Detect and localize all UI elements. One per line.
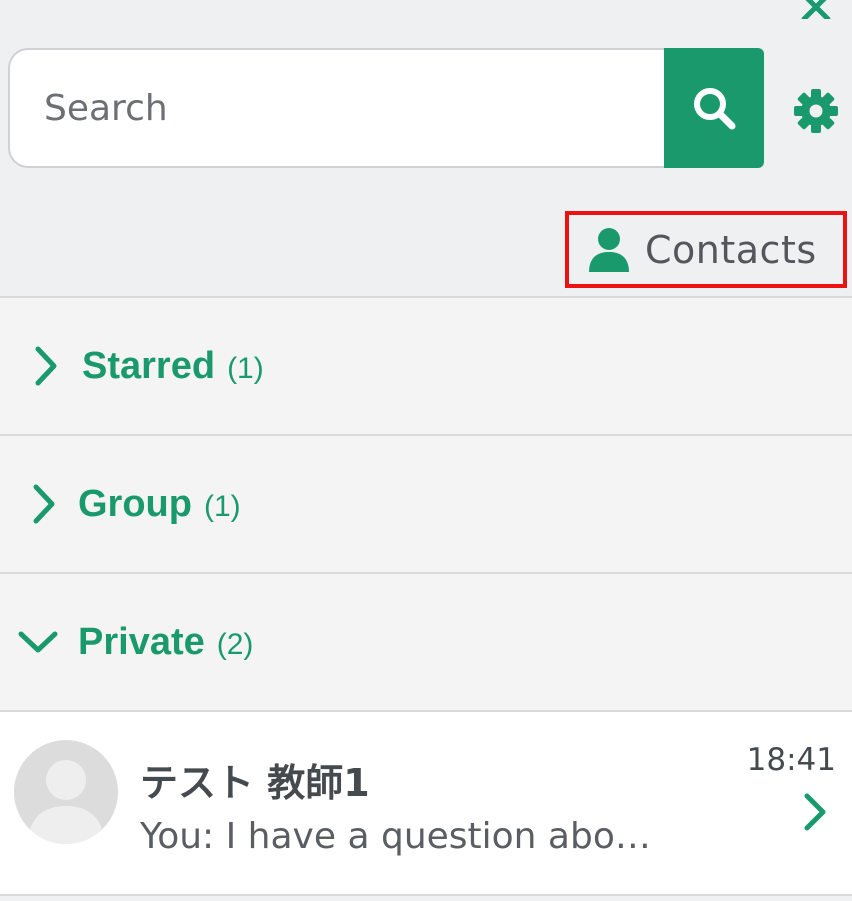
close-button[interactable]	[800, 0, 832, 20]
close-icon	[801, 0, 831, 19]
settings-button[interactable]	[790, 84, 842, 138]
drawer-header: Contacts	[0, 0, 852, 298]
section-label: Private	[78, 620, 205, 663]
contacts-link[interactable]: Contacts	[565, 211, 847, 288]
search-icon	[694, 88, 736, 130]
contacts-label: Contacts	[645, 227, 817, 272]
section-count: (2)	[216, 628, 254, 661]
chevron-right-icon	[24, 484, 64, 524]
search-button[interactable]	[664, 48, 764, 168]
conversation-time: 18:41	[746, 742, 836, 778]
search-group	[8, 48, 764, 172]
section-private[interactable]: Private (2)	[0, 574, 852, 712]
section-count: (1)	[227, 352, 264, 385]
conversation-name: テスト 教師1	[140, 761, 370, 805]
conversation-item[interactable]: テスト 教師1 18:41 You: I have a question abo…	[0, 712, 852, 896]
search-input[interactable]	[8, 48, 664, 168]
user-icon	[589, 227, 629, 272]
section-group[interactable]: Group (1)	[0, 436, 852, 574]
section-label: Group	[78, 482, 192, 525]
conversation-preview: You: I have a question abo…	[140, 816, 651, 857]
default-avatar-icon	[28, 760, 104, 844]
section-label: Starred	[82, 344, 216, 387]
avatar	[14, 740, 118, 844]
chevron-right-icon	[26, 346, 66, 386]
section-count: (1)	[203, 490, 241, 523]
gear-icon	[794, 89, 838, 133]
chevron-right-icon	[800, 792, 830, 832]
section-starred[interactable]: Starred (1)	[0, 298, 852, 436]
chevron-down-icon	[18, 622, 58, 662]
